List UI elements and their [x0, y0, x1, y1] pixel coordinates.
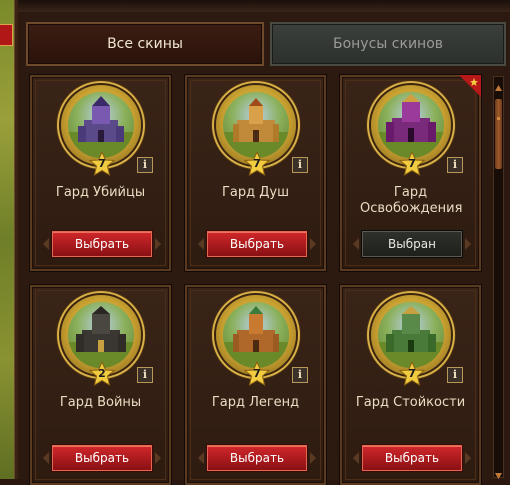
skin-name: Гард Войны [59, 395, 142, 410]
tab-all-skins[interactable]: Все скины [26, 22, 264, 66]
castle-image [223, 306, 289, 368]
skin-card[interactable]: 7 i Гард Душ Выбрать [185, 75, 326, 271]
castle-image [223, 98, 289, 158]
info-icon[interactable]: i [292, 367, 308, 383]
castle-image [378, 306, 444, 368]
skin-level: 2 [98, 367, 106, 380]
level-star-icon: 2 [89, 361, 115, 387]
world-map-edge [0, 0, 18, 479]
skin-level: 7 [253, 157, 261, 170]
select-button[interactable]: Выбрать [362, 445, 462, 471]
select-button[interactable]: Выбрать [52, 231, 152, 257]
skin-level: 7 [408, 367, 416, 380]
level-star-icon: 7 [399, 151, 425, 177]
skin-name: Гард Душ [221, 185, 289, 200]
skins-panel: Все скины Бонусы скинов 7 i Гард Убийцы … [18, 12, 510, 485]
scroll-up-icon[interactable] [494, 78, 503, 91]
tab-skin-bonuses[interactable]: Бонусы скинов [270, 22, 506, 66]
skin-name: Гард Легенд [211, 395, 300, 410]
skin-grid: 7 i Гард Убийцы Выбрать 7 i Гард Душ Выб… [30, 75, 482, 485]
level-star-icon: 7 [89, 151, 115, 177]
level-star-icon: 7 [244, 361, 270, 387]
skin-name: Гард Убийцы [55, 185, 146, 200]
select-button[interactable]: Выбрать [52, 445, 152, 471]
skin-level: 7 [98, 157, 106, 170]
info-icon[interactable]: i [447, 157, 463, 173]
info-icon[interactable]: i [137, 157, 153, 173]
skin-name: Гард Освобождения [360, 185, 463, 216]
castle-image [68, 306, 134, 368]
info-icon[interactable]: i [137, 367, 153, 383]
castle-image [68, 96, 134, 158]
scroll-down-icon[interactable] [494, 466, 503, 479]
scroll-grip [497, 117, 500, 120]
new-star-ribbon-icon [459, 75, 481, 97]
info-icon[interactable]: i [292, 157, 308, 173]
select-button[interactable]: Выбрать [207, 445, 307, 471]
skin-card[interactable]: 2 i Гард Войны Выбрать [30, 285, 171, 485]
skin-tabs: Все скины Бонусы скинов [26, 22, 506, 68]
skin-level: 7 [408, 157, 416, 170]
skin-card[interactable]: 7 i Гард Легенд Выбрать [185, 285, 326, 485]
scrollbar[interactable] [493, 76, 504, 479]
info-icon[interactable]: i [447, 367, 463, 383]
castle-image [378, 94, 444, 158]
selected-button: Выбран [362, 231, 462, 257]
scroll-thumb[interactable] [495, 99, 502, 169]
skin-card[interactable]: 7 i Гард Освобождения Выбран [340, 75, 481, 271]
level-star-icon: 7 [244, 151, 270, 177]
level-star-icon: 7 [399, 361, 425, 387]
select-button[interactable]: Выбрать [207, 231, 307, 257]
skin-name: Гард Стойкости [355, 395, 466, 410]
skin-level: 7 [253, 367, 261, 380]
skin-card[interactable]: 7 i Гард Стойкости Выбрать [340, 285, 481, 485]
side-notification-badge[interactable] [0, 24, 13, 46]
skin-card[interactable]: 7 i Гард Убийцы Выбрать [30, 75, 171, 271]
